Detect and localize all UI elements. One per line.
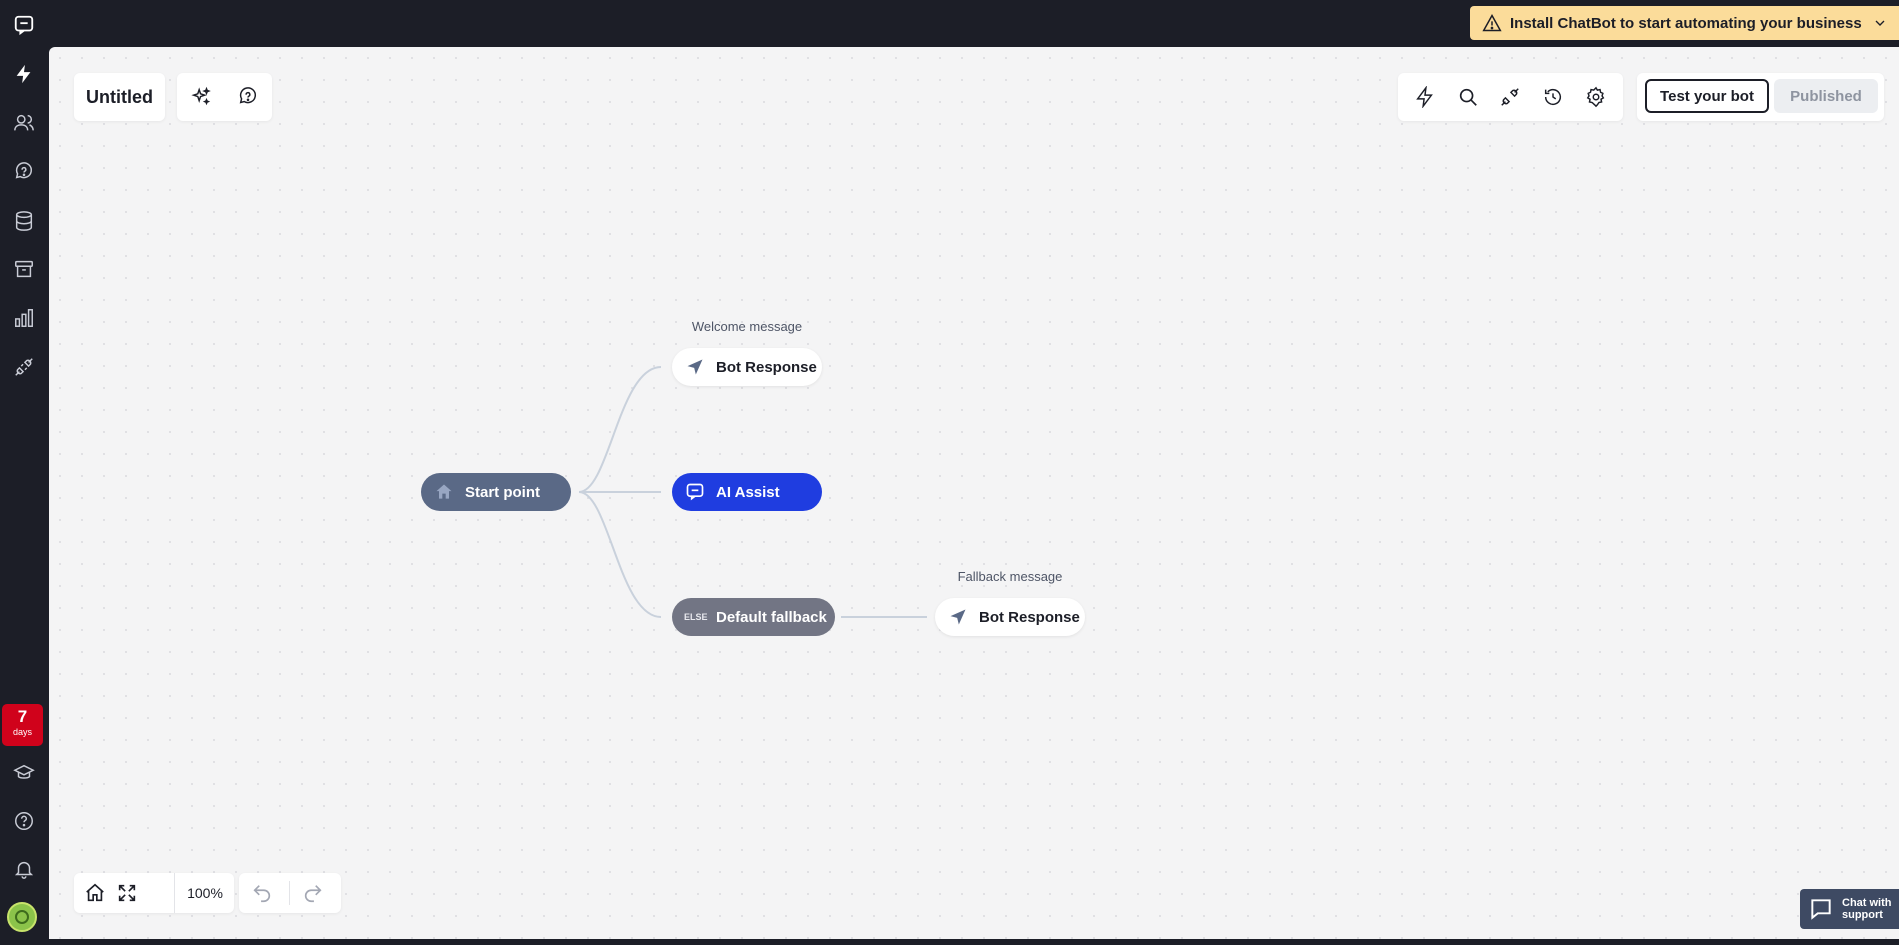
undo-icon[interactable] [250,881,274,905]
database-icon[interactable] [9,206,39,236]
chatbot-logo-icon[interactable] [9,10,39,40]
chat-bubble-icon [684,481,706,503]
fallback-bot-response-node[interactable]: Bot Response [935,598,1085,636]
support-label: Chat with support [1842,897,1892,921]
home-icon[interactable] [83,881,107,905]
trial-count: 7 [17,707,28,726]
archive-icon[interactable] [9,254,39,284]
trial-unit: days [12,727,32,737]
send-icon [947,606,969,628]
sidebar: 7 days [0,0,48,945]
academy-cap-icon[interactable] [9,758,39,788]
divider [289,881,290,905]
connector-fallback [578,491,662,618]
flow-canvas[interactable]: Untitled Test your bot Published Welcome… [49,47,1899,939]
welcome-caption: Welcome message [691,319,803,334]
start-point-node[interactable]: Start point [421,473,571,511]
else-badge: ELSE [684,612,708,622]
integrations-plug-icon[interactable] [9,352,39,382]
default-fallback-node[interactable]: ELSE Default fallback [672,598,835,636]
send-icon [684,356,706,378]
banner-text: Install ChatBot to start automating your… [1510,14,1862,32]
fullscreen-icon[interactable] [115,881,139,905]
view-controls: 100% [74,873,234,913]
connector-welcome [578,366,662,493]
fallback-caption: Fallback message [957,569,1063,584]
zoom-level[interactable]: 100% [174,873,235,913]
node-label: AI Assist [716,483,780,501]
chat-bubble-icon [1808,895,1836,923]
welcome-bot-response-node[interactable]: Bot Response [672,348,822,386]
history-controls [239,873,341,913]
node-label: Start point [465,483,540,501]
redo-icon[interactable] [301,881,325,905]
help-icon[interactable] [9,806,39,836]
avatar[interactable] [7,902,37,932]
home-icon [433,481,455,503]
node-label: Default fallback [716,608,827,626]
trial-days-badge[interactable]: 7 days [2,704,43,746]
chevron-down-icon[interactable] [1872,15,1888,31]
ai-assist-node[interactable]: AI Assist [672,473,822,511]
reports-chart-icon[interactable] [9,303,39,333]
install-banner[interactable]: Install ChatBot to start automating your… [1470,6,1899,40]
chat-with-support-button[interactable]: Chat with support [1800,889,1899,929]
chat-question-icon[interactable] [9,157,39,187]
warning-icon [1482,13,1502,33]
support-line-2: support [1842,909,1883,921]
support-line-1: Chat with [1842,897,1892,909]
node-label: Bot Response [979,608,1080,626]
notifications-bell-icon[interactable] [9,854,39,884]
flow-connectors [578,366,927,618]
node-label: Bot Response [716,358,817,376]
bolt-icon[interactable] [9,59,39,89]
users-icon[interactable] [9,108,39,138]
